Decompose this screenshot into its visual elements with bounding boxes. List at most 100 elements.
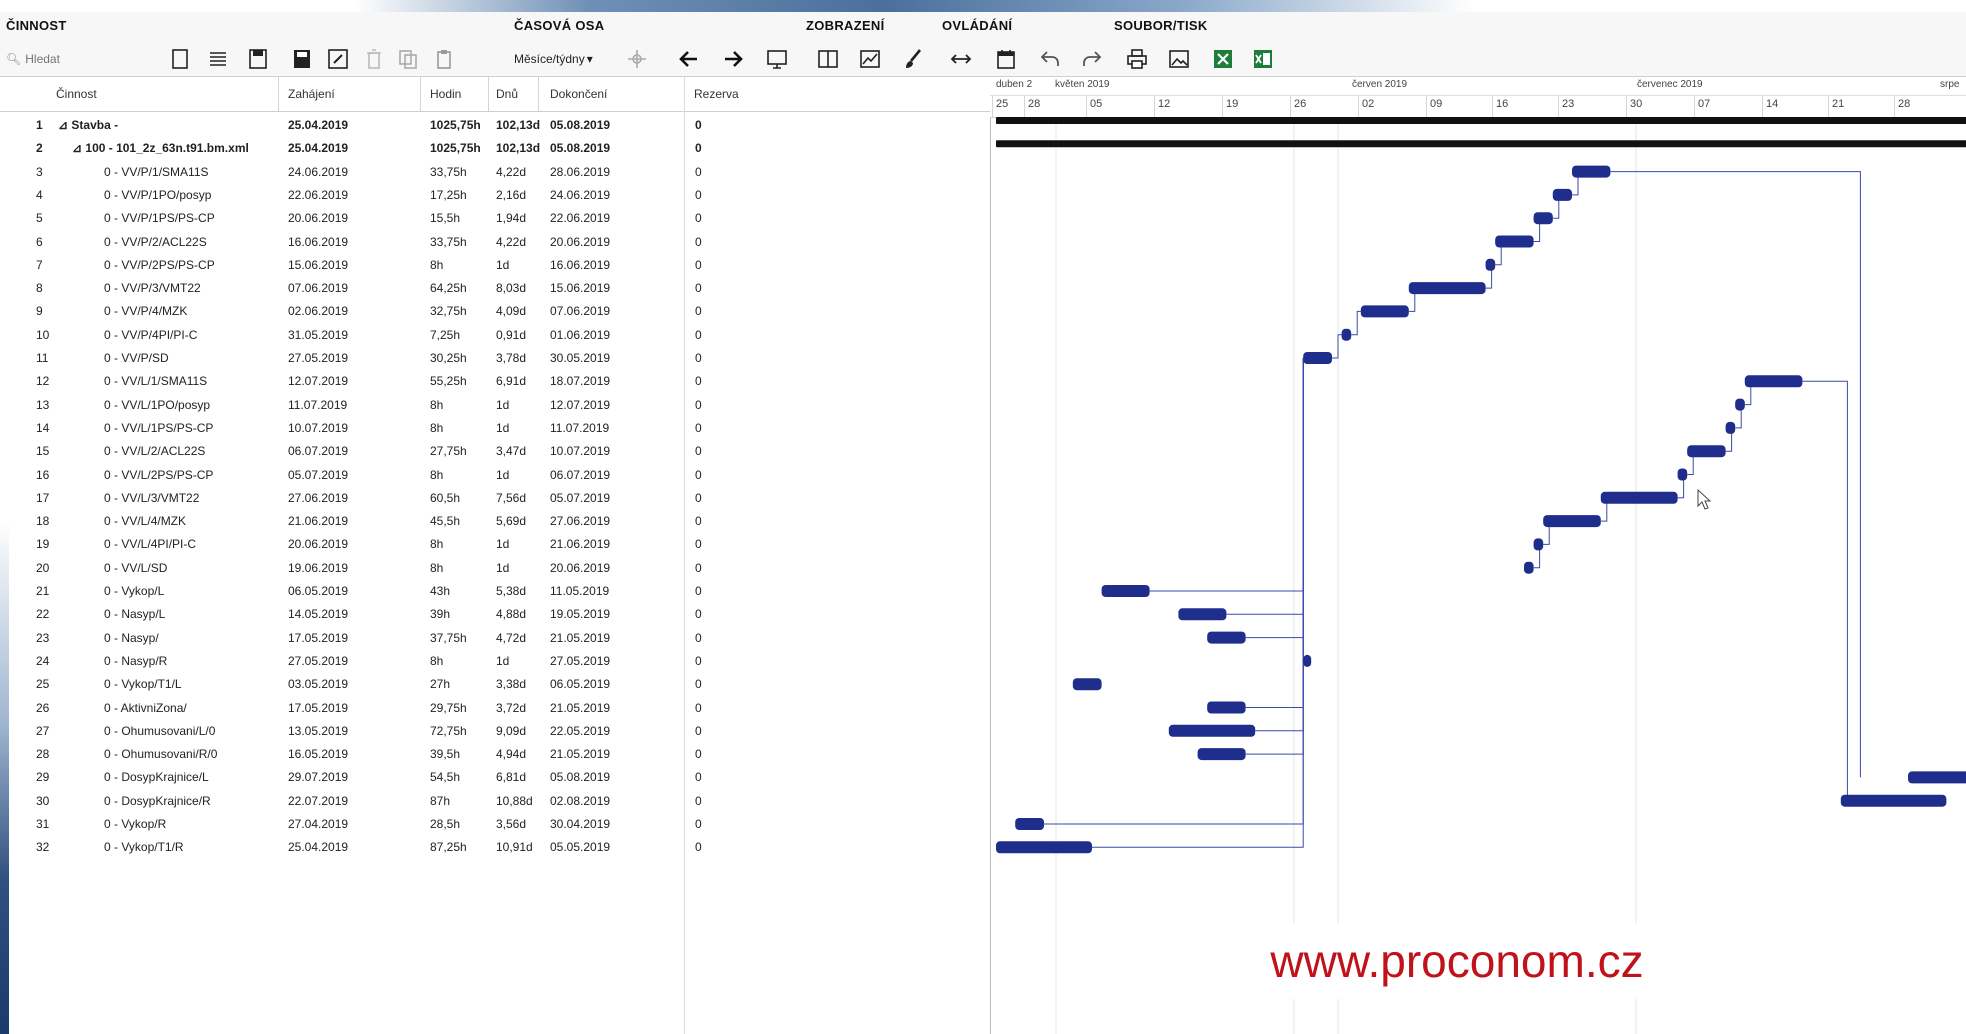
table-row[interactable]: 16 0 - VV/L/2PS/PS-CP 05.07.2019 8h 1d 06.07.…	[0, 463, 990, 486]
table-row[interactable]: 14 0 - VV/L/1PS/PS-CP 10.07.2019 8h 1d 11.07.…	[0, 416, 990, 439]
task-bar[interactable]	[1168, 724, 1256, 737]
table-row[interactable]: 9 0 - VV/P/4/MZK 02.06.2019 32,75h 4,09d 07.0…	[0, 299, 990, 322]
task-bar[interactable]	[1495, 235, 1534, 248]
task-bar[interactable]	[1178, 608, 1227, 621]
presentation-icon[interactable]	[764, 46, 790, 72]
table-row[interactable]: 1 ⊿ Stavba - 25.04.2019 1025,75h 102,13d 05.0…	[0, 113, 990, 136]
column-header-rezerva[interactable]: Rezerva	[694, 87, 739, 101]
table-row[interactable]: 28 0 - Ohumusovani/R/0 16.05.2019 39,5h 4,94…	[0, 742, 990, 765]
search-input[interactable]	[25, 52, 106, 66]
calendar-icon[interactable]	[993, 46, 1019, 72]
gantt-chart[interactable]: duben 2 květen 2019 červen 2019 červenec 20…	[990, 77, 1966, 1034]
column-header-zahajeni[interactable]: Zahájení	[288, 87, 335, 101]
image-export-icon[interactable]	[1166, 46, 1192, 72]
task-bar[interactable]	[1552, 188, 1572, 201]
table-row[interactable]: 23 0 - Nasyp/17.05.2019 37,75h 4,72d 21.05.2…	[0, 626, 990, 649]
undo-icon[interactable]	[1037, 46, 1063, 72]
save-as-icon[interactable]	[289, 46, 315, 72]
task-bar[interactable]	[1207, 701, 1246, 714]
table-row[interactable]: 18 0 - VV/L/4/MZK 21.06.2019 45,5h 5,69d 27.0…	[0, 509, 990, 532]
task-hours: 43h	[430, 584, 451, 598]
task-bar[interactable]	[1524, 561, 1534, 574]
task-bar[interactable]	[1908, 771, 1966, 784]
table-row[interactable]: 6 0 - VV/P/2/ACL22S 16.06.2019 33,75h 4,22d 2…	[0, 230, 990, 253]
excel-import-icon[interactable]	[1250, 46, 1276, 72]
task-bar[interactable]	[1341, 328, 1352, 341]
table-row[interactable]: 21 0 - Vykop/L 06.05.2019 43h 5,38d 11.05.201…	[0, 579, 990, 602]
task-bar[interactable]	[1735, 398, 1745, 411]
brush-icon[interactable]	[901, 46, 927, 72]
task-bar[interactable]	[1600, 491, 1678, 504]
task-bar[interactable]	[1408, 282, 1486, 295]
task-bar[interactable]	[1840, 794, 1947, 807]
table-row[interactable]: 17 0 - VV/L/3/VMT22 27.06.2019 60,5h 7,56d 05…	[0, 486, 990, 509]
task-bar[interactable]	[1072, 678, 1102, 691]
summary-bar[interactable]	[996, 140, 1966, 148]
table-row[interactable]: 5 0 - VV/P/1PS/PS-CP 20.06.2019 15,5h 1,94d 2…	[0, 206, 990, 229]
delete-icon[interactable]	[361, 46, 387, 72]
table-row[interactable]: 2 ⊿ 100 - 101_2z_63n.t91.bm.xml 25.04.2019…	[0, 136, 990, 159]
column-header-dnu[interactable]: Dnů	[496, 87, 518, 101]
summary-bar[interactable]	[996, 117, 1966, 124]
task-bar[interactable]	[1485, 258, 1496, 271]
task-bar[interactable]	[1360, 305, 1409, 318]
table-row[interactable]: 29 0 - DosypKrajnice/L 29.07.2019 54,5h 6,81…	[0, 765, 990, 788]
column-header-hodin[interactable]: Hodin	[430, 87, 461, 101]
table-row[interactable]: 13 0 - VV/L/1PO/posyp 11.07.2019 8h 1d 12.07.…	[0, 393, 990, 416]
table-row[interactable]: 26 0 - AktivniZona/17.05.2019 29,75h 3,72d 2…	[0, 696, 990, 719]
task-bar[interactable]	[1101, 585, 1150, 597]
timescale-select[interactable]: Měsíce/týdny ▾	[514, 48, 618, 70]
paste-icon[interactable]	[431, 46, 457, 72]
task-bar[interactable]	[996, 841, 1092, 854]
table-row[interactable]: 4 0 - VV/P/1PO/posyp 22.06.2019 17,25h 2,16d…	[0, 183, 990, 206]
task-bar[interactable]	[1303, 654, 1312, 667]
task-bar[interactable]	[1725, 421, 1736, 434]
task-bar[interactable]	[1533, 212, 1553, 225]
task-bar[interactable]	[1543, 515, 1601, 528]
table-row[interactable]: 7 0 - VV/P/2PS/PS-CP 15.06.2019 8h 1d 16.06.2…	[0, 253, 990, 276]
table-row[interactable]: 32 0 - Vykop/T1/R 25.04.2019 87,25h 10,91d 05…	[0, 835, 990, 858]
table-row[interactable]: 19 0 - VV/L/4PI/PI-C 20.06.2019 8h 1d 21.06.2…	[0, 532, 990, 555]
table-row[interactable]: 20 0 - VV/L/SD 19.06.2019 8h 1d 20.06.2019 0	[0, 556, 990, 579]
save-icon[interactable]	[245, 46, 271, 72]
table-row[interactable]: 10 0 - VV/P/4PI/PI-C 31.05.2019 7,25h 0,91d 0…	[0, 323, 990, 346]
chart-line-icon[interactable]	[857, 46, 883, 72]
copy-icon[interactable]	[395, 46, 421, 72]
list-icon[interactable]	[205, 46, 231, 72]
table-row[interactable]: 12 0 - VV/L/1/SMA11S 12.07.2019 55,25h 6,91d…	[0, 369, 990, 392]
table-row[interactable]: 15 0 - VV/L/2/ACL22S 06.07.2019 27,75h 3,47d…	[0, 439, 990, 462]
task-bar[interactable]	[1207, 631, 1246, 644]
table-row[interactable]: 27 0 - Ohumusovani/L/0 13.05.2019 72,75h 9,0…	[0, 719, 990, 742]
excel-export-icon[interactable]	[1210, 46, 1236, 72]
zoom-fit-icon[interactable]	[624, 46, 650, 72]
table-row[interactable]: 11 0 - VV/P/SD 27.05.2019 30,25h 3,78d 30.05.…	[0, 346, 990, 369]
task-bar[interactable]	[1015, 818, 1044, 830]
task-bar[interactable]	[1533, 538, 1544, 551]
task-bar[interactable]	[1744, 375, 1803, 388]
redo-icon[interactable]	[1079, 46, 1105, 72]
task-bar[interactable]	[1572, 165, 1611, 178]
arrow-right-icon[interactable]	[720, 46, 746, 72]
column-header-dokonceni[interactable]: Dokončení	[550, 87, 607, 101]
task-days: 5,69d	[496, 514, 527, 529]
table-row[interactable]: 3 0 - VV/P/1/SMA11S 24.06.2019 33,75h 4,22d 2…	[0, 160, 990, 183]
edit-icon[interactable]	[325, 46, 351, 72]
new-icon[interactable]	[167, 46, 193, 72]
gantt-canvas[interactable]	[990, 117, 1966, 1034]
split-view-icon[interactable]	[815, 46, 841, 72]
task-bar[interactable]	[1303, 352, 1332, 364]
expand-horizontal-icon[interactable]	[948, 46, 974, 72]
task-bar[interactable]	[1687, 445, 1726, 458]
table-row[interactable]: 30 0 - DosypKrajnice/R 22.07.2019 87h 10,88d…	[0, 789, 990, 812]
column-header-cinnost[interactable]: Činnost	[56, 87, 97, 101]
task-bar[interactable]	[1677, 468, 1688, 481]
task-bar[interactable]	[1197, 748, 1246, 761]
arrow-left-icon[interactable]	[676, 46, 702, 72]
table-row[interactable]: 8 0 - VV/P/3/VMT22 07.06.2019 64,25h 8,03d 15…	[0, 276, 990, 299]
table-row[interactable]: 25 0 - Vykop/T1/L 03.05.2019 27h 3,38d 06.05.…	[0, 672, 990, 695]
table-row[interactable]: 22 0 - Nasyp/L 14.05.2019 39h 4,88d 19.05.201…	[0, 602, 990, 625]
search-box[interactable]: 🔍︎	[6, 48, 106, 70]
print-icon[interactable]	[1124, 46, 1150, 72]
table-row[interactable]: 31 0 - Vykop/R 27.04.2019 28,5h 3,56d 30.04.2…	[0, 812, 990, 835]
table-row[interactable]: 24 0 - Nasyp/R 27.05.2019 8h 1d 27.05.2019 0	[0, 649, 990, 672]
